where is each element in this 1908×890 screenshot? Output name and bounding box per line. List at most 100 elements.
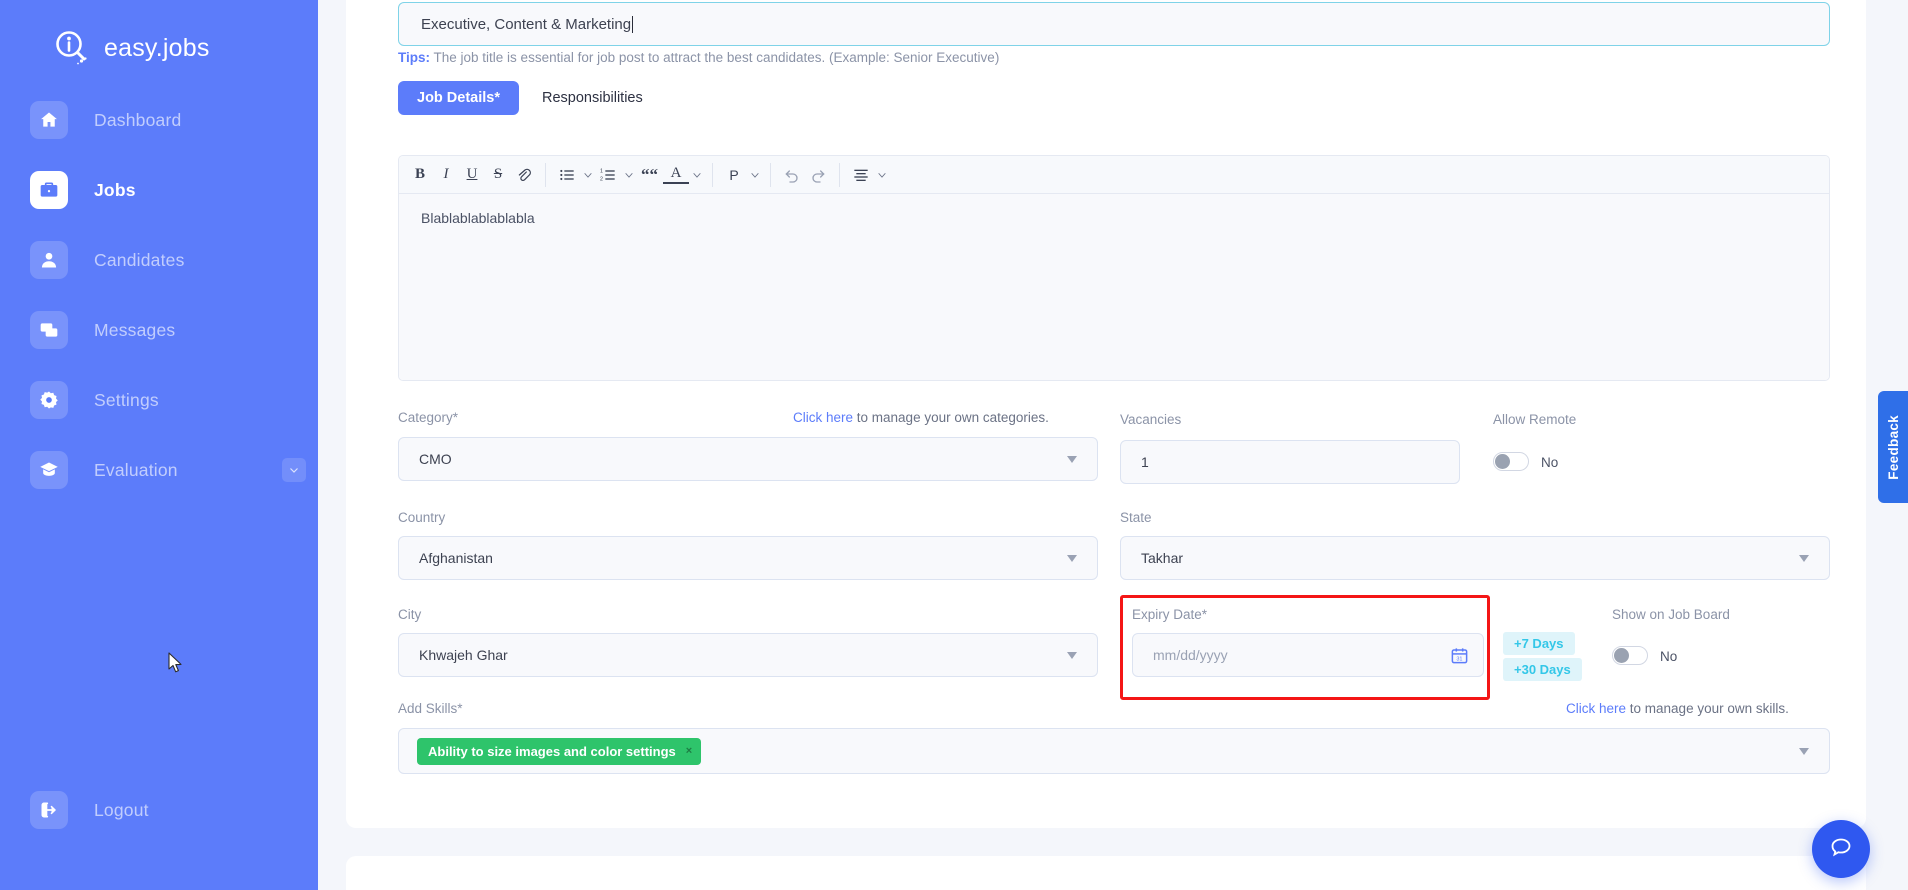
sidebar-item-label: Messages <box>94 319 176 340</box>
vacancies-label: Vacancies <box>1120 412 1182 427</box>
align-chevron-down-icon[interactable] <box>874 170 889 180</box>
chat-bubbles-icon <box>30 311 68 349</box>
sidebar-item-jobs[interactable]: Jobs <box>30 166 318 214</box>
toolbar-divider <box>545 162 546 187</box>
vacancies-value: 1 <box>1141 454 1149 470</box>
category-select[interactable]: CMO <box>398 437 1098 481</box>
bullet-list-chevron-down-icon[interactable] <box>580 170 595 180</box>
feedback-label: Feedback <box>1885 414 1901 480</box>
expiry-plus-7-days-button[interactable]: +7 Days <box>1503 632 1575 655</box>
chevron-down-icon <box>1799 747 1809 755</box>
skills-manage-note: Click here to manage your own skills. <box>1566 701 1789 716</box>
sidebar-item-label: Evaluation <box>94 459 178 480</box>
text-caret <box>632 15 634 33</box>
expiry-plus-30-days-button[interactable]: +30 Days <box>1503 658 1582 681</box>
skill-chip: Ability to size images and color setting… <box>417 737 702 765</box>
skills-note-text: to manage your own skills. <box>1626 701 1789 716</box>
chevron-down-icon[interactable] <box>282 458 306 482</box>
country-label: Country <box>398 510 446 525</box>
italic-icon[interactable]: I <box>433 160 459 190</box>
tips-text: The job title is essential for job post … <box>430 50 1000 65</box>
chat-bubble-icon <box>1829 835 1853 864</box>
user-icon <box>30 241 68 279</box>
country-value: Afghanistan <box>419 550 493 566</box>
sidebar-item-label: Jobs <box>94 179 136 200</box>
svg-text:1: 1 <box>600 168 603 174</box>
sidebar-item-candidates[interactable]: Candidates <box>30 236 318 284</box>
briefcase-icon <box>30 171 68 209</box>
toolbar-divider <box>712 162 713 187</box>
country-select[interactable]: Afghanistan <box>398 536 1098 580</box>
feedback-tab[interactable]: Feedback <box>1878 391 1908 503</box>
sidebar-item-evaluation[interactable]: Evaluation <box>30 446 318 494</box>
manage-skills-link[interactable]: Click here <box>1566 701 1626 716</box>
svg-text:2: 2 <box>600 176 603 182</box>
bold-icon[interactable]: B <box>407 160 433 190</box>
tips-prefix: Tips: <box>398 50 431 65</box>
chevron-down-icon <box>1799 554 1809 562</box>
align-icon[interactable] <box>848 160 874 190</box>
allow-remote-label: Allow Remote <box>1493 412 1577 427</box>
expiry-date-input[interactable]: mm/dd/yyyy 31 <box>1132 633 1484 677</box>
show-on-job-board-toggle[interactable] <box>1612 646 1648 665</box>
magnifier-logo-icon <box>52 28 92 68</box>
sidebar-item-label: Candidates <box>94 249 185 270</box>
category-label: Category* <box>398 410 459 425</box>
editor-content[interactable]: Blablablablablabla <box>399 194 1829 380</box>
link-icon[interactable] <box>511 160 537 190</box>
tab-job-details[interactable]: Job Details* <box>398 81 519 115</box>
toolbar-divider <box>839 162 840 187</box>
vacancies-input[interactable]: 1 <box>1120 440 1460 484</box>
text-color-icon[interactable]: A <box>663 165 689 184</box>
chevron-down-icon <box>1067 651 1077 659</box>
state-select[interactable]: Takhar <box>1120 536 1830 580</box>
paragraph-chevron-down-icon[interactable] <box>747 170 762 180</box>
underline-icon[interactable]: U <box>459 160 485 190</box>
category-note-text: to manage your own categories. <box>853 410 1049 425</box>
sidebar-item-dashboard[interactable]: Dashboard <box>30 96 318 144</box>
skill-chip-label: Ability to size images and color setting… <box>428 743 676 759</box>
sidebar-item-messages[interactable]: Messages <box>30 306 318 354</box>
editor-toolbar: B I U S 12 ““ A P <box>399 156 1829 194</box>
calendar-icon[interactable]: 31 <box>1450 646 1469 665</box>
next-section-card <box>346 856 1866 890</box>
rich-text-editor: B I U S 12 ““ A P Blablablablablabla <box>398 155 1830 381</box>
strikethrough-icon[interactable]: S <box>485 160 511 190</box>
remove-skill-icon[interactable]: × <box>686 745 692 757</box>
sidebar-item-settings[interactable]: Settings <box>30 376 318 424</box>
sidebar-item-label: Dashboard <box>94 109 182 130</box>
text-color-chevron-down-icon[interactable] <box>689 170 704 180</box>
graduation-cap-icon <box>30 451 68 489</box>
category-manage-note: Click here to manage your own categories… <box>793 410 1049 425</box>
city-value: Khwajeh Ghar <box>419 647 508 663</box>
chat-widget-button[interactable] <box>1812 820 1870 878</box>
form-tabs: Job Details* Responsibilities <box>398 81 662 115</box>
undo-icon[interactable] <box>779 160 805 190</box>
skills-select[interactable]: Ability to size images and color setting… <box>398 728 1830 774</box>
numbered-list-icon[interactable]: 12 <box>595 160 621 190</box>
manage-categories-link[interactable]: Click here <box>793 410 853 425</box>
allow-remote-state: No <box>1541 455 1559 470</box>
sidebar: easy.jobs Dashboard Jobs Candidates Mess… <box>0 0 318 890</box>
brand-logo[interactable]: easy.jobs <box>0 0 318 72</box>
state-value: Takhar <box>1141 550 1184 566</box>
city-select[interactable]: Khwajeh Ghar <box>398 633 1098 677</box>
toolbar-divider <box>770 162 771 187</box>
sidebar-nav: Dashboard Jobs Candidates Messages Setti <box>0 96 318 516</box>
gear-icon <box>30 381 68 419</box>
job-title-input[interactable]: Executive, Content & Marketing <box>398 2 1830 46</box>
logout-icon <box>30 791 68 829</box>
sidebar-item-logout[interactable]: Logout <box>30 786 318 834</box>
blockquote-icon[interactable]: ““ <box>636 160 663 190</box>
paragraph-format-icon[interactable]: P <box>721 160 747 190</box>
sidebar-logout-wrap: Logout <box>0 786 318 834</box>
chevron-down-icon <box>1067 554 1077 562</box>
tab-responsibilities[interactable]: Responsibilities <box>523 81 662 115</box>
numbered-list-chevron-down-icon[interactable] <box>621 170 636 180</box>
allow-remote-toggle[interactable] <box>1493 452 1529 471</box>
add-skills-label: Add Skills* <box>398 701 463 716</box>
sidebar-item-label: Logout <box>94 799 149 820</box>
brand-name: easy.jobs <box>104 33 210 62</box>
redo-icon[interactable] <box>805 160 831 190</box>
bullet-list-icon[interactable] <box>554 160 580 190</box>
